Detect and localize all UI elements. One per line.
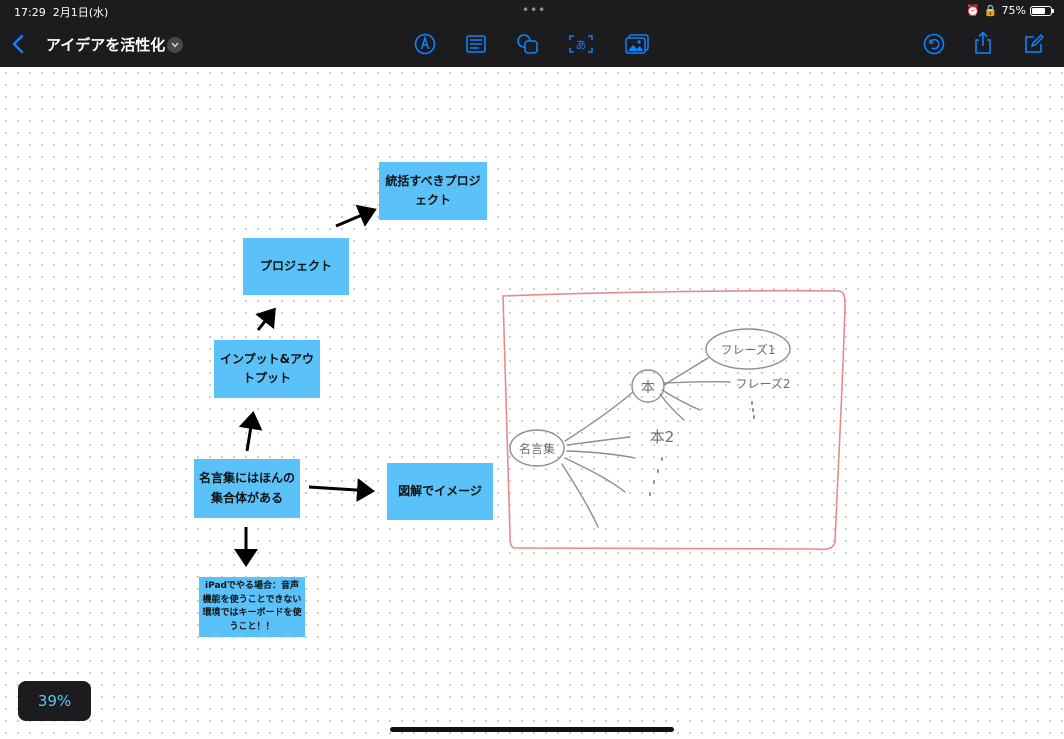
- sticky-project[interactable]: プロジェクト: [243, 238, 349, 295]
- canvas-drawings: 名言集 本 本2 フレーズ1 フレーズ2: [234, 204, 846, 567]
- home-indicator[interactable]: [390, 727, 674, 732]
- hand-sketch: [502, 289, 846, 551]
- sketch-label-book: 本: [641, 380, 655, 396]
- sticky-text: インプット&アウトプット: [219, 351, 315, 385]
- sticky-text: 統括すべきプロジェクト: [385, 173, 481, 207]
- sketch-label-phrase1: フレーズ1: [720, 342, 775, 357]
- sticky-text: iPadでやる場合：音声機能を使うことできない環境ではキーボードを使うこと！！: [202, 581, 302, 632]
- sticky-text: 図解でイメージ: [398, 483, 482, 498]
- sticky-integrate-project[interactable]: 統括すべきプロジェクト: [379, 162, 487, 220]
- zoom-level-text: 39%: [37, 692, 72, 710]
- sticky-ipad-note[interactable]: iPadでやる場合：音声機能を使うことできない環境ではキーボードを使うこと！！: [199, 577, 305, 637]
- arrow-quotes-to-diagram: [308, 478, 375, 503]
- sticky-text: プロジェクト: [259, 258, 332, 273]
- sticky-input-output[interactable]: インプット&アウトプット: [214, 340, 320, 398]
- zoom-level-indicator[interactable]: 39%: [18, 681, 91, 721]
- sketch-frame: [502, 289, 846, 551]
- arrow-quotes-to-io: [238, 411, 263, 452]
- sticky-text: 名言集にはほんの集合体がある: [198, 471, 295, 505]
- arrow-io-to-project: [255, 307, 276, 331]
- arrow-project-to-integrate: [335, 204, 377, 228]
- sketch-label-book2: 本2: [650, 428, 675, 446]
- sketch-label-root: 名言集: [519, 441, 555, 456]
- sketch-label-phrase2: フレーズ2: [735, 376, 790, 391]
- sticky-quote-collection[interactable]: 名言集にはほんの集合体がある: [194, 459, 300, 518]
- sticky-diagram[interactable]: 図解でイメージ: [387, 463, 493, 520]
